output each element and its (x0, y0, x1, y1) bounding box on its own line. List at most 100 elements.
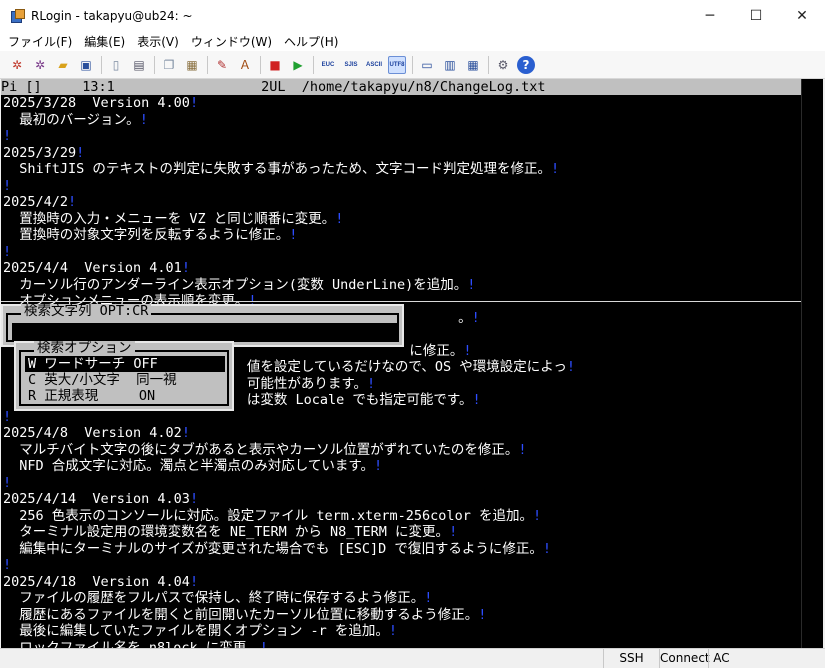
terminal-line: ! (3, 178, 803, 195)
rlogin-app-icon[interactable] (11, 8, 25, 23)
line-end-marker: ! (3, 408, 12, 425)
terminal-line-text: 最後に編集していたファイルを開くオプション -r を追加。 (3, 623, 389, 639)
terminal-line: カーソル行のアンダーライン表示オプション(変数 UnderLine)を追加。! (3, 277, 803, 294)
option-regex[interactable]: R 正規表現 ON (25, 388, 225, 404)
terminal-line-text: NFD 合成文字に対応。濁点と半濁点のみ対応しています。 (3, 458, 375, 474)
font-icon[interactable]: Ａ (236, 56, 254, 74)
menu-edit[interactable]: 編集(E) (80, 33, 129, 50)
terminal-line: 履歴にあるファイルを開くと前回開いたカーソル位置に移動するよう修正。! (3, 607, 803, 624)
terminal-line: 2025/3/29! (3, 145, 803, 162)
terminal-line-text: 2025/4/2 (3, 194, 69, 210)
terminal-line: ! (3, 475, 803, 492)
terminal-line-text: マルチバイト文字の後にタブがあると表示やカーソル位置がずれていたのを修正。 (3, 441, 519, 458)
status-connection: Connect (659, 649, 710, 668)
terminal-line-text: ShiftJIS のテキストの判定に失敗する事があったため、文字コード判定処理を… (3, 161, 551, 177)
encoding-sjis-button[interactable]: SJIS (342, 56, 360, 74)
terminal-scrollbar[interactable] (801, 79, 823, 648)
terminal-line-text: ファイルの履歴をフルパスで保持し、終了時に保存するよう修正。 (3, 590, 425, 606)
terminal-line-text: 256 色表示のコンソールに対応。設定ファイル term.xterm-256co… (3, 507, 533, 524)
terminal-line: 編集中にターミナルのサイズが変更された場合でも [ESC]D で復旧するように修… (3, 541, 803, 558)
line-end-marker: ! (518, 441, 527, 458)
search-input[interactable] (12, 323, 397, 340)
terminal-line-text: カーソル行のアンダーライン表示オプション(変数 UnderLine)を追加。 (3, 276, 468, 293)
option-word-search[interactable]: W ワードサーチ OFF (25, 356, 225, 372)
settings-gear-icon[interactable]: ⚙ (494, 56, 512, 74)
line-end-marker: ! (289, 227, 298, 243)
copy-icon[interactable]: ❐ (160, 56, 178, 74)
line-end-marker: ! (3, 128, 12, 144)
line-end-marker: ! (463, 342, 472, 359)
menu-view[interactable]: 表示(V) (133, 33, 183, 50)
terminal-line: ロックファイル名を n8lock に変更。! (3, 640, 803, 649)
toolbar-separator (260, 55, 261, 74)
line-end-marker: ! (542, 540, 552, 557)
close-button[interactable]: ✕ (779, 0, 825, 31)
terminal-line: マルチバイト文字の後にタブがあると表示やカーソル位置がずれていたのを修正。! (3, 442, 803, 459)
terminal-line-text: ロックファイル名を n8lock に変更。 (3, 639, 260, 649)
terminal-line: 置換時の入力・メニューを VZ と同じ順番に変更。! (3, 211, 803, 228)
terminal-line: 置換時の対象文字列を反転するように修正。! (3, 227, 803, 244)
terminal-line-text: 履歴にあるファイルを開くと前回開いたカーソル位置に移動するよう修正。 (3, 606, 479, 623)
line-end-marker: ! (366, 375, 376, 392)
maximize-button[interactable]: ☐ (733, 0, 779, 31)
terminal-line: 最後に編集していたファイルを開くオプション -r を追加。! (3, 623, 803, 640)
line-end-marker: ! (3, 177, 12, 194)
line-end-marker: ! (566, 359, 576, 375)
terminal-line: 2025/4/2! (3, 194, 803, 211)
line-end-marker: ! (189, 491, 199, 507)
open-folder-icon[interactable]: ▰ (54, 56, 72, 74)
toolbar-separator (154, 55, 155, 74)
toolbar-separator (412, 55, 413, 74)
status-ac: AC (708, 649, 734, 668)
terminal-line: 2025/4/8 Version 4.02! (3, 425, 803, 442)
split-horizontal-icon[interactable]: ▭ (418, 56, 436, 74)
terminal-line: 2025/4/14 Version 4.03! (3, 491, 803, 508)
line-end-marker: ! (189, 95, 199, 111)
reconnect-icon[interactable]: ✲ (31, 56, 49, 74)
line-end-marker: ! (478, 606, 487, 623)
encoding-euc-button[interactable]: EUC (319, 56, 337, 74)
options-list: W ワードサーチ OFF C 英大/小文字 同一視 R 正規表現 ON (25, 356, 225, 404)
clear-icon[interactable]: ✎ (213, 56, 231, 74)
terminal-view[interactable]: Pi [] 13:1 2UL /home/takapyu/n8/ChangeLo… (1, 79, 823, 648)
terminal-line-text: 2025/4/18 Version 4.04 (3, 573, 190, 590)
new-connection-icon[interactable]: ✲ (8, 56, 26, 74)
new-document-icon[interactable]: ▯ (107, 56, 125, 74)
terminal-line-text: 2025/4/14 Version 4.03 (3, 491, 190, 507)
terminal-line-text: 2025/4/4 Version 4.01 (3, 260, 182, 276)
terminal-line-text: 2025/4/8 Version 4.02 (3, 425, 182, 441)
window-title: RLogin - takapyu@ub24: ~ (31, 8, 193, 23)
encoding-ascii-button[interactable]: ASCII (365, 56, 383, 74)
terminal-line-text: 最初のバージョン。 (3, 111, 140, 128)
menu-help[interactable]: ヘルプ(H) (280, 33, 342, 50)
line-end-marker: ! (181, 425, 190, 441)
split-vertical-icon[interactable]: ▥ (441, 56, 459, 74)
split-quad-icon[interactable]: ▦ (464, 56, 482, 74)
help-icon[interactable]: ? (517, 55, 535, 74)
menu-file[interactable]: ファイル(F) (4, 33, 76, 50)
option-case-sensitivity[interactable]: C 英大/小文字 同一視 (25, 372, 225, 388)
stop-icon[interactable]: ■ (266, 56, 284, 74)
line-end-marker: ! (449, 524, 458, 540)
paste-icon[interactable]: ▦ (183, 56, 201, 74)
print-icon[interactable]: ▤ (130, 56, 148, 74)
save-icon[interactable]: ▣ (77, 56, 95, 74)
line-end-marker: ! (3, 243, 12, 260)
minimize-button[interactable]: ─ (687, 0, 733, 31)
line-end-marker: ! (3, 557, 12, 573)
terminal-line: 256 色表示のコンソールに対応。設定ファイル term.xterm-256co… (3, 508, 803, 525)
line-end-marker: ! (424, 590, 433, 606)
terminal-line-text: 置換時の対象文字列を反転するように修正。 (3, 227, 290, 243)
line-end-marker: ! (259, 639, 268, 649)
terminal-line: 2025/3/28 Version 4.00! (3, 95, 803, 112)
play-icon[interactable]: ▶ (289, 56, 307, 74)
menu-window[interactable]: ウィンドウ(W) (187, 33, 276, 50)
line-end-marker: ! (472, 392, 481, 408)
options-dialog-title: 検索オプション (34, 341, 135, 356)
search-dialog-title: 検索文字列 OPT:CR (21, 304, 152, 319)
title-bar[interactable]: RLogin - takapyu@ub24: ~ ─ ☐ ✕ (0, 0, 825, 31)
terminal-line-text: 置換時の入力・メニューを VZ と同じ順番に変更。 (3, 210, 336, 227)
terminal-line: ターミナル設定用の環境変数名を NE_TERM から N8_TERM に変更。! (3, 524, 803, 541)
encoding-utf8-button[interactable]: UTF8 (388, 55, 406, 74)
toolbar-separator (313, 55, 314, 74)
